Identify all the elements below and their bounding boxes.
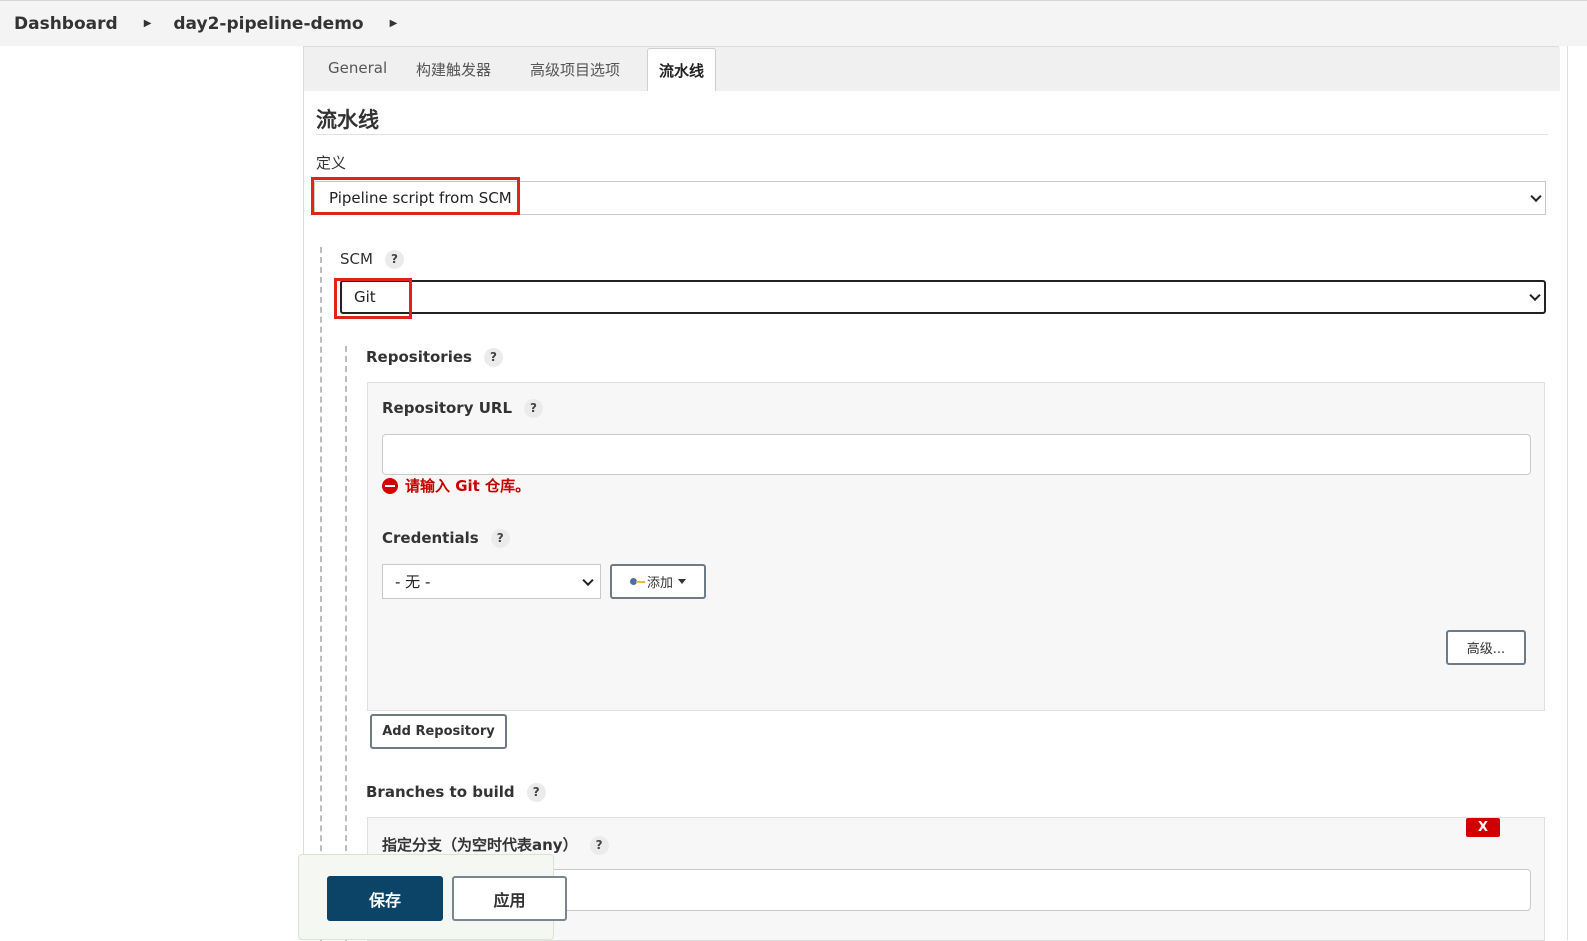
repository-url-error-text: 请输入 Git 仓库。	[405, 477, 531, 495]
branch-specifier-label: 指定分支（为空时代表any）?	[382, 834, 609, 855]
tab-general[interactable]: General	[328, 59, 387, 77]
help-icon[interactable]: ?	[490, 529, 510, 548]
breadcrumb-caret-icon[interactable]: ▶	[144, 18, 152, 29]
branch-specifier-label-text: 指定分支（为空时代表any）	[382, 836, 578, 854]
add-credentials-label: 添加	[646, 576, 673, 591]
credentials-label: Credentials?	[382, 529, 510, 548]
branches-label-text: Branches to build	[366, 783, 515, 801]
highlight-box	[311, 177, 520, 215]
config-panel: General 构建触发器 高级项目选项 流水线 流水线 定义 Pipeline…	[303, 46, 1560, 941]
error-icon	[382, 477, 398, 494]
tab-advanced-options[interactable]: 高级项目选项	[530, 59, 620, 80]
repository-url-label-text: Repository URL	[382, 399, 512, 417]
delete-branch-button[interactable]: X	[1466, 818, 1500, 837]
branches-label: Branches to build?	[366, 783, 546, 802]
chevron-down-icon	[1529, 289, 1541, 302]
help-icon[interactable]: ?	[524, 399, 543, 418]
repositories-label: Repositories?	[366, 348, 503, 367]
breadcrumb-job[interactable]: day2-pipeline-demo	[173, 14, 363, 34]
breadcrumb: Dashboard ▶ day2-pipeline-demo ▶	[0, 0, 1587, 46]
section-title: 流水线	[316, 108, 379, 132]
repository-url-error: 请输入 Git 仓库。	[382, 475, 530, 496]
help-icon[interactable]: ?	[483, 348, 503, 367]
scrollbar[interactable]	[1567, 46, 1577, 940]
help-icon[interactable]: ?	[526, 783, 546, 802]
scm-indent-line	[345, 346, 347, 941]
section-divider	[316, 134, 1548, 135]
help-icon[interactable]: ?	[384, 250, 404, 269]
highlight-box	[334, 278, 412, 319]
breadcrumb-dashboard[interactable]: Dashboard	[14, 14, 118, 34]
add-repository-button[interactable]: Add Repository	[370, 714, 507, 749]
tab-build-triggers[interactable]: 构建触发器	[416, 59, 491, 80]
chevron-down-icon	[582, 574, 594, 586]
scm-label-text: SCM	[340, 250, 373, 268]
key-icon	[629, 577, 646, 587]
apply-button[interactable]: 应用	[452, 876, 567, 921]
credentials-value: - 无 -	[395, 573, 431, 591]
add-credentials-button[interactable]: 添加	[610, 564, 706, 599]
credentials-select[interactable]: - 无 -	[382, 564, 601, 599]
credentials-label-text: Credentials	[382, 529, 479, 547]
advanced-button[interactable]: 高级...	[1446, 630, 1526, 665]
scm-label: SCM?	[340, 250, 404, 269]
caret-down-icon	[678, 579, 686, 584]
chevron-down-icon	[1530, 190, 1542, 203]
tab-pipeline[interactable]: 流水线	[647, 48, 717, 91]
help-icon[interactable]: ?	[589, 836, 609, 855]
section-indent-line	[320, 247, 322, 941]
scm-select[interactable]: Git	[340, 280, 1546, 314]
repository-url-label: Repository URL?	[382, 399, 543, 418]
tab-bar: General 构建触发器 高级项目选项 流水线	[304, 47, 1560, 91]
repository-entry: Repository URL? 请输入 Git 仓库。 Credentials?…	[367, 382, 1545, 711]
breadcrumb-caret-icon[interactable]: ▶	[390, 18, 398, 29]
definition-label: 定义	[316, 154, 347, 172]
repositories-label-text: Repositories	[366, 348, 472, 366]
save-button[interactable]: 保存	[327, 876, 443, 921]
repository-url-input[interactable]	[382, 434, 1531, 475]
